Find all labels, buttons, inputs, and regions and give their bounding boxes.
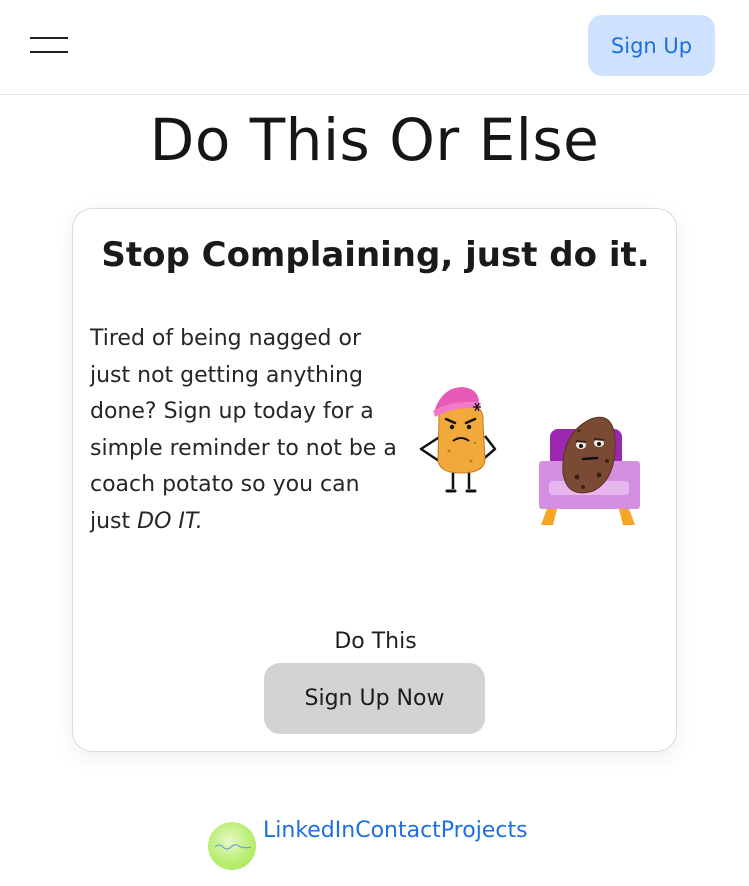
- card-description-text: Tired of being nagged or just not gettin…: [90, 326, 397, 534]
- potato-illustration: [419, 387, 640, 525]
- projects-link[interactable]: Projects: [441, 818, 528, 843]
- couch-potato-figure: [539, 416, 640, 525]
- footer: LinkedInContactProjects: [0, 812, 749, 872]
- contact-link[interactable]: Contact: [355, 818, 441, 843]
- hamburger-menu-icon[interactable]: [30, 34, 68, 56]
- menu-line: [30, 37, 68, 39]
- card-description-emphasis: DO IT.: [137, 508, 203, 534]
- signup-button[interactable]: Sign Up: [588, 15, 715, 76]
- card-title: Stop Complaining, just do it.: [101, 235, 650, 275]
- top-header: Sign Up: [0, 0, 749, 95]
- site-logo[interactable]: [208, 822, 256, 870]
- logo-scribble-icon: [214, 844, 252, 850]
- footer-links: LinkedInContactProjects: [263, 818, 528, 843]
- linkedin-link[interactable]: LinkedIn: [263, 818, 355, 843]
- card-description: Tired of being nagged or just not gettin…: [90, 321, 400, 540]
- signup-now-button[interactable]: Sign Up Now: [264, 663, 485, 734]
- cta-caption: Do This: [334, 629, 417, 654]
- page-title: Do This Or Else: [149, 106, 600, 174]
- menu-line: [30, 51, 68, 53]
- promo-card: Stop Complaining, just do it. Tired of b…: [72, 208, 677, 752]
- angry-potato-figure: [419, 387, 497, 493]
